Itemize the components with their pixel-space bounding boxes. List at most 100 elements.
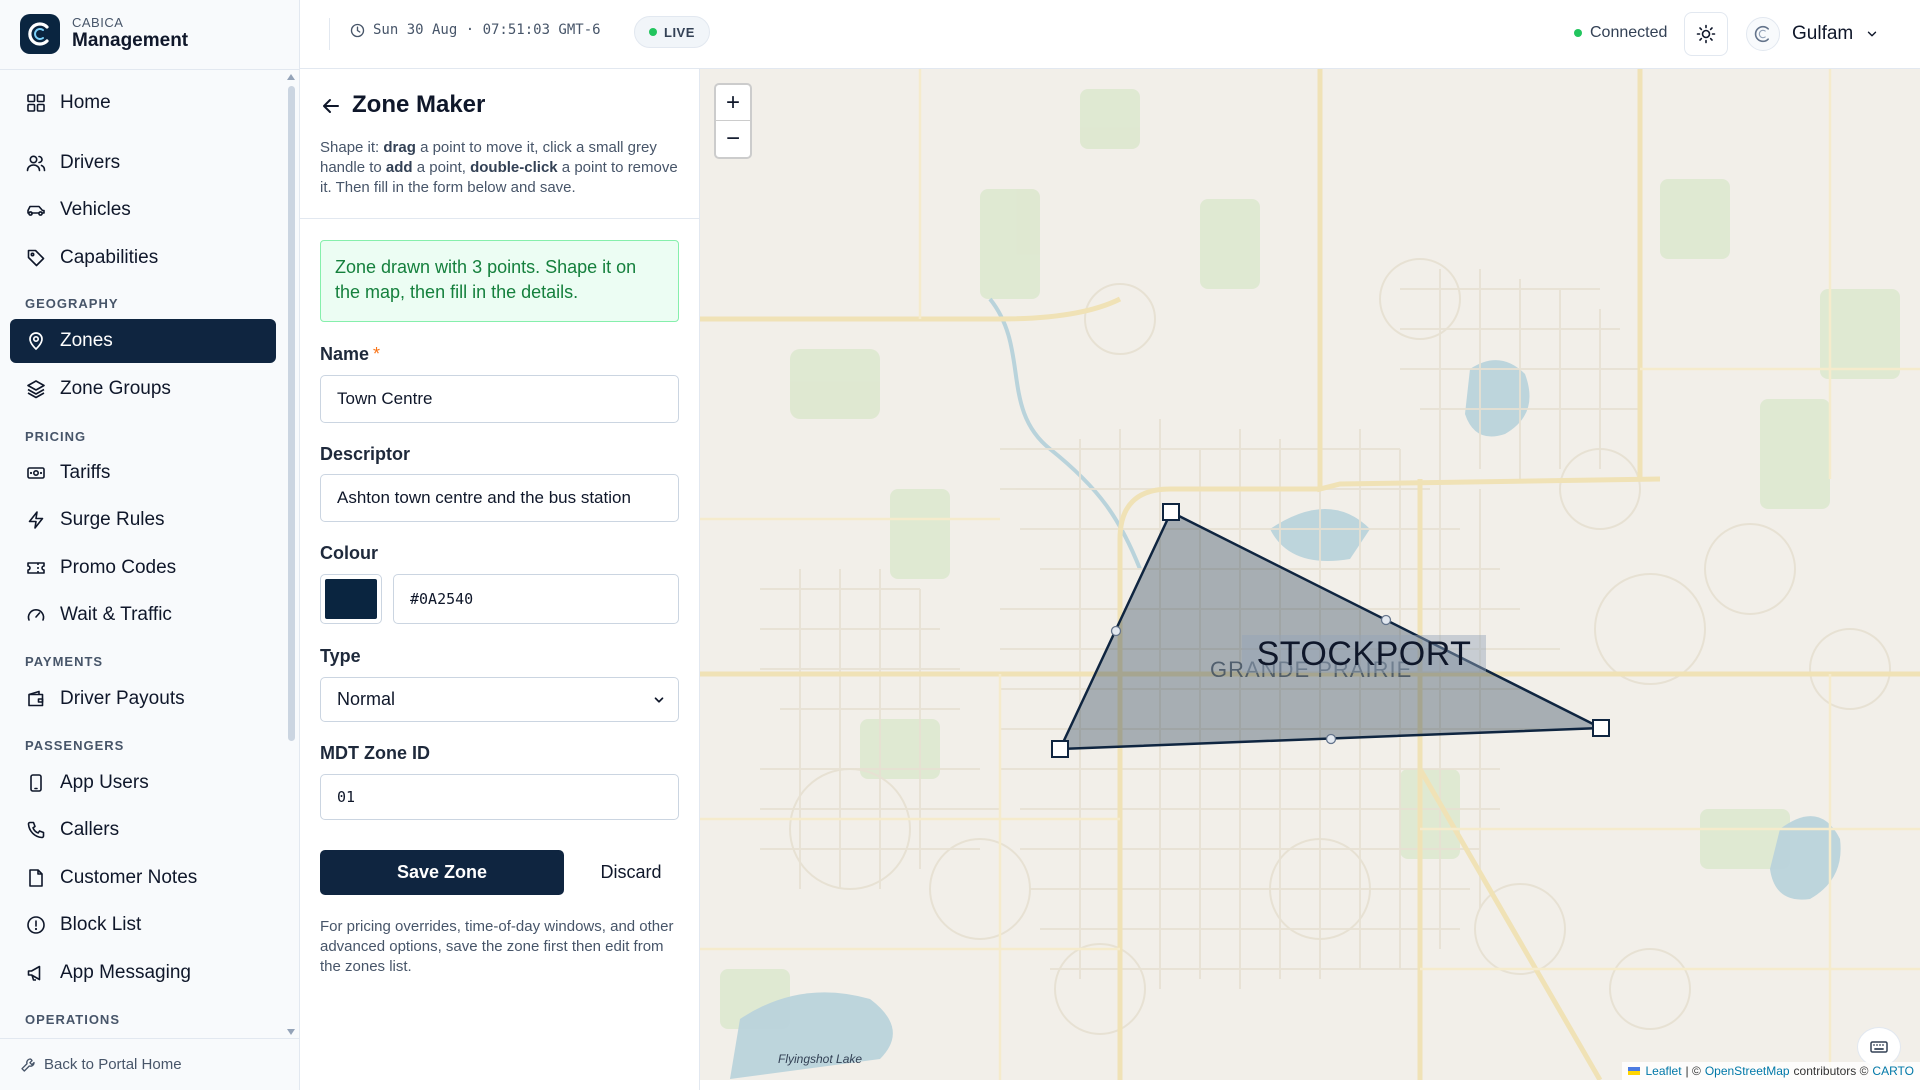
name-label-text: Name: [320, 344, 370, 364]
nav-label-vehicles: Vehicles: [60, 199, 131, 220]
ticket-icon: [27, 562, 45, 574]
vertex-handle[interactable]: [1592, 719, 1610, 737]
zone-polygon[interactable]: [1058, 510, 1603, 751]
live-dot-icon: [649, 28, 657, 36]
back-to-portal-link[interactable]: Back to Portal Home: [0, 1038, 299, 1090]
nav-label-capabilities: Capabilities: [60, 247, 159, 268]
nav-item-customer-notes[interactable]: Customer Notes: [10, 856, 276, 900]
help-text-1: Shape it:: [320, 139, 384, 156]
attribution-contributors: contributors ©: [1793, 1064, 1869, 1078]
map-attribution: Leaflet | © OpenStreetMap contributors ©…: [1621, 1062, 1920, 1080]
topbar-divider: [329, 18, 330, 50]
nav-section-passengers: PASSENGERS: [25, 738, 125, 753]
sidebar-nav: Home Drivers Vehicles Capabilities GEOGR…: [10, 70, 276, 1035]
nav-item-callers[interactable]: Callers: [10, 808, 276, 852]
smartphone-icon: [30, 774, 42, 792]
nav-item-surge-rules[interactable]: Surge Rules: [10, 498, 276, 542]
nav-label-app-messaging: App Messaging: [60, 962, 191, 983]
wrench-icon: [21, 1057, 35, 1072]
discard-button[interactable]: Discard: [586, 850, 676, 895]
layers-icon: [27, 380, 45, 399]
phone-icon: [27, 821, 45, 839]
zap-icon: [28, 511, 44, 529]
descriptor-field[interactable]: [320, 474, 679, 522]
save-zone-button[interactable]: Save Zone: [320, 850, 564, 895]
midpoint-handle[interactable]: [1325, 733, 1337, 745]
nav-item-tariffs[interactable]: Tariffs: [10, 451, 276, 495]
gauge-icon: [27, 609, 45, 621]
zone-polygon-layer[interactable]: [700, 69, 1920, 1080]
arrow-left-icon[interactable]: [320, 95, 342, 117]
page-title: Zone Maker: [352, 91, 486, 118]
type-select[interactable]: Normal: [320, 677, 679, 722]
brand-title: Management: [72, 29, 189, 51]
help-bold-drag: drag: [383, 139, 416, 156]
midpoint-handle[interactable]: [1110, 625, 1122, 637]
colour-swatch-picker[interactable]: [320, 574, 382, 624]
zoom-out-button[interactable]: −: [716, 121, 750, 157]
nav-item-promo-codes[interactable]: Promo Codes: [10, 546, 276, 590]
nav-item-zone-groups[interactable]: Zone Groups: [10, 367, 276, 411]
nav-item-block-list[interactable]: Block List: [10, 903, 276, 947]
nav-item-driver-payouts[interactable]: Driver Payouts: [10, 677, 276, 721]
vertex-handle[interactable]: [1162, 503, 1180, 521]
scrollbar-thumb[interactable]: [288, 86, 295, 741]
success-notice: Zone drawn with 3 points. Shape it on th…: [320, 240, 679, 322]
nav-label-app-users: App Users: [60, 772, 149, 793]
nav-label-tariffs: Tariffs: [60, 462, 111, 483]
help-text-3: a point,: [412, 159, 471, 176]
brand[interactable]: CABICA Management: [20, 14, 188, 54]
nav-section-geography: GEOGRAPHY: [25, 296, 119, 311]
nav-label-wait-traffic: Wait & Traffic: [60, 604, 172, 625]
nav-label-customer-notes: Customer Notes: [60, 867, 198, 888]
theme-toggle-button[interactable]: [1684, 12, 1728, 56]
descriptor-label: Descriptor: [320, 444, 411, 464]
advanced-options-note: For pricing overrides, time-of-day windo…: [320, 918, 674, 975]
nav-item-drivers[interactable]: Drivers: [10, 141, 276, 185]
osm-link[interactable]: OpenStreetMap: [1705, 1064, 1790, 1078]
zone-label: STOCKPORT: [1242, 635, 1486, 673]
nav-label-callers: Callers: [60, 819, 120, 840]
file-icon: [29, 869, 43, 887]
nav-item-app-users[interactable]: App Users: [10, 761, 276, 805]
map-view[interactable]: GRANDE PRAIRIE STOCKPORT + − Flyingshot …: [700, 69, 1920, 1080]
panel-header: Zone Maker Shape it: drag a point to mov…: [300, 69, 699, 219]
top-bar: Sun 30 Aug · 07:51:03 GMT-6 LIVE Connect…: [300, 0, 1920, 69]
avatar: [1746, 17, 1780, 51]
mdt-zone-id-field[interactable]: [320, 774, 679, 820]
colour-label: Colour: [320, 543, 378, 563]
nav-item-home[interactable]: Home: [10, 81, 276, 125]
grid-icon: [27, 94, 45, 112]
zoom-control: + −: [714, 83, 752, 159]
clock-icon: [350, 23, 365, 37]
clock-text: Sun 30 Aug · 07:51:03 GMT-6: [373, 22, 601, 38]
nav-item-wait-traffic[interactable]: Wait & Traffic: [10, 593, 276, 637]
nav-item-vehicles[interactable]: Vehicles: [10, 188, 276, 232]
chevron-down-icon: [654, 696, 664, 703]
sidebar-scrollbar[interactable]: [286, 72, 296, 1037]
help-bold-add: add: [385, 159, 413, 176]
leaflet-link[interactable]: Leaflet: [1646, 1064, 1682, 1078]
scroll-up-icon[interactable]: [287, 74, 295, 80]
nav-item-zones[interactable]: Zones: [10, 319, 276, 363]
zoom-in-button[interactable]: +: [716, 85, 750, 121]
name-field[interactable]: [320, 375, 679, 423]
status-dot-icon: [1574, 29, 1582, 37]
colour-hex-field[interactable]: [393, 574, 679, 624]
user-menu[interactable]: Gulfam: [1746, 14, 1879, 54]
carto-link[interactable]: CARTO: [1872, 1064, 1914, 1078]
attribution-separator: | ©: [1685, 1064, 1701, 1078]
keyboard-shortcuts-button[interactable]: [1857, 1027, 1901, 1067]
nav-section-payments: PAYMENTS: [25, 654, 104, 669]
nav-item-capabilities[interactable]: Capabilities: [10, 236, 276, 280]
midpoint-handle[interactable]: [1380, 614, 1392, 626]
nav-label-promo-codes: Promo Codes: [60, 557, 177, 578]
brand-subtitle: CABICA: [72, 15, 124, 31]
nav-label-driver-payouts: Driver Payouts: [60, 688, 185, 709]
scroll-down-icon[interactable]: [287, 1029, 295, 1035]
nav-item-app-messaging[interactable]: App Messaging: [10, 951, 276, 995]
zone-maker-panel: Zone Maker Shape it: drag a point to mov…: [300, 69, 700, 1090]
avatar-logo-icon: [1754, 25, 1769, 43]
sun-icon: [1696, 24, 1716, 44]
vertex-handle[interactable]: [1051, 740, 1069, 758]
